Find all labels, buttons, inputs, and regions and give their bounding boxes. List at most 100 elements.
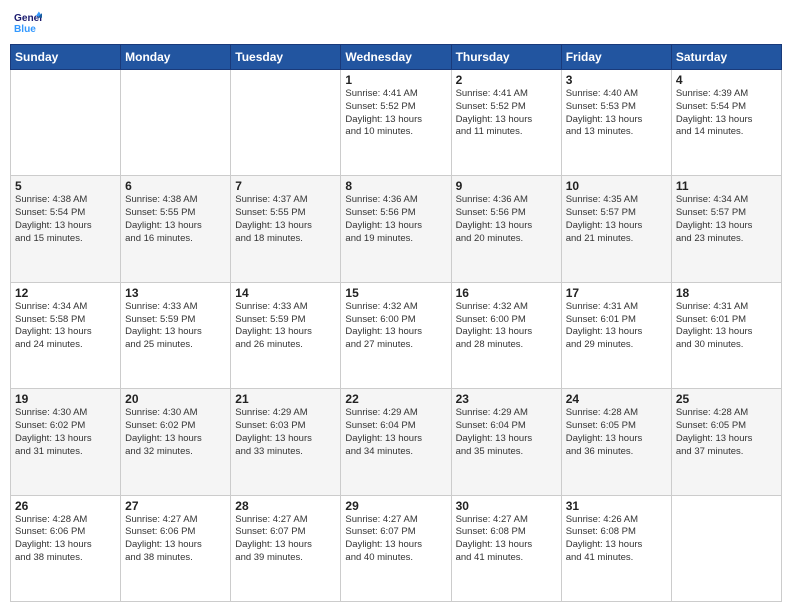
day-info: Sunrise: 4:32 AM Sunset: 6:00 PM Dayligh… xyxy=(456,301,557,352)
day-number: 26 xyxy=(15,499,116,513)
day-number: 1 xyxy=(345,73,446,87)
calendar-cell: 29Sunrise: 4:27 AM Sunset: 6:07 PM Dayli… xyxy=(341,495,451,601)
day-info: Sunrise: 4:29 AM Sunset: 6:04 PM Dayligh… xyxy=(345,407,446,458)
day-info: Sunrise: 4:27 AM Sunset: 6:06 PM Dayligh… xyxy=(125,514,226,565)
logo: General Blue xyxy=(14,10,46,38)
calendar-cell: 5Sunrise: 4:38 AM Sunset: 5:54 PM Daylig… xyxy=(11,176,121,282)
calendar-cell xyxy=(11,70,121,176)
day-info: Sunrise: 4:34 AM Sunset: 5:57 PM Dayligh… xyxy=(676,194,777,245)
svg-text:Blue: Blue xyxy=(14,24,36,35)
calendar-header-friday: Friday xyxy=(561,45,671,70)
day-info: Sunrise: 4:28 AM Sunset: 6:06 PM Dayligh… xyxy=(15,514,116,565)
day-number: 14 xyxy=(235,286,336,300)
day-number: 23 xyxy=(456,392,557,406)
day-info: Sunrise: 4:36 AM Sunset: 5:56 PM Dayligh… xyxy=(345,194,446,245)
day-info: Sunrise: 4:30 AM Sunset: 6:02 PM Dayligh… xyxy=(15,407,116,458)
day-info: Sunrise: 4:29 AM Sunset: 6:04 PM Dayligh… xyxy=(456,407,557,458)
calendar-cell: 23Sunrise: 4:29 AM Sunset: 6:04 PM Dayli… xyxy=(451,389,561,495)
day-number: 31 xyxy=(566,499,667,513)
calendar-cell: 1Sunrise: 4:41 AM Sunset: 5:52 PM Daylig… xyxy=(341,70,451,176)
day-info: Sunrise: 4:31 AM Sunset: 6:01 PM Dayligh… xyxy=(566,301,667,352)
day-info: Sunrise: 4:28 AM Sunset: 6:05 PM Dayligh… xyxy=(676,407,777,458)
calendar-cell: 13Sunrise: 4:33 AM Sunset: 5:59 PM Dayli… xyxy=(121,282,231,388)
calendar-cell: 25Sunrise: 4:28 AM Sunset: 6:05 PM Dayli… xyxy=(671,389,781,495)
calendar-header-tuesday: Tuesday xyxy=(231,45,341,70)
calendar-header-sunday: Sunday xyxy=(11,45,121,70)
day-info: Sunrise: 4:33 AM Sunset: 5:59 PM Dayligh… xyxy=(125,301,226,352)
calendar-header-saturday: Saturday xyxy=(671,45,781,70)
day-number: 12 xyxy=(15,286,116,300)
calendar-week-row: 1Sunrise: 4:41 AM Sunset: 5:52 PM Daylig… xyxy=(11,70,782,176)
calendar-week-row: 19Sunrise: 4:30 AM Sunset: 6:02 PM Dayli… xyxy=(11,389,782,495)
calendar-cell: 26Sunrise: 4:28 AM Sunset: 6:06 PM Dayli… xyxy=(11,495,121,601)
calendar-cell: 20Sunrise: 4:30 AM Sunset: 6:02 PM Dayli… xyxy=(121,389,231,495)
day-number: 6 xyxy=(125,179,226,193)
day-number: 9 xyxy=(456,179,557,193)
day-info: Sunrise: 4:27 AM Sunset: 6:07 PM Dayligh… xyxy=(235,514,336,565)
calendar-table: SundayMondayTuesdayWednesdayThursdayFrid… xyxy=(10,44,782,602)
calendar-cell: 24Sunrise: 4:28 AM Sunset: 6:05 PM Dayli… xyxy=(561,389,671,495)
calendar-cell: 16Sunrise: 4:32 AM Sunset: 6:00 PM Dayli… xyxy=(451,282,561,388)
page: General Blue SundayMondayTuesdayWednesda… xyxy=(0,0,792,612)
calendar-cell: 30Sunrise: 4:27 AM Sunset: 6:08 PM Dayli… xyxy=(451,495,561,601)
day-info: Sunrise: 4:41 AM Sunset: 5:52 PM Dayligh… xyxy=(456,88,557,139)
day-number: 10 xyxy=(566,179,667,193)
day-info: Sunrise: 4:29 AM Sunset: 6:03 PM Dayligh… xyxy=(235,407,336,458)
day-number: 13 xyxy=(125,286,226,300)
calendar-cell: 6Sunrise: 4:38 AM Sunset: 5:55 PM Daylig… xyxy=(121,176,231,282)
calendar-cell: 18Sunrise: 4:31 AM Sunset: 6:01 PM Dayli… xyxy=(671,282,781,388)
day-info: Sunrise: 4:31 AM Sunset: 6:01 PM Dayligh… xyxy=(676,301,777,352)
calendar-cell: 21Sunrise: 4:29 AM Sunset: 6:03 PM Dayli… xyxy=(231,389,341,495)
calendar-cell: 12Sunrise: 4:34 AM Sunset: 5:58 PM Dayli… xyxy=(11,282,121,388)
day-number: 30 xyxy=(456,499,557,513)
calendar-week-row: 12Sunrise: 4:34 AM Sunset: 5:58 PM Dayli… xyxy=(11,282,782,388)
day-number: 22 xyxy=(345,392,446,406)
day-info: Sunrise: 4:39 AM Sunset: 5:54 PM Dayligh… xyxy=(676,88,777,139)
calendar-cell: 27Sunrise: 4:27 AM Sunset: 6:06 PM Dayli… xyxy=(121,495,231,601)
day-number: 27 xyxy=(125,499,226,513)
calendar-cell: 4Sunrise: 4:39 AM Sunset: 5:54 PM Daylig… xyxy=(671,70,781,176)
day-number: 25 xyxy=(676,392,777,406)
day-info: Sunrise: 4:35 AM Sunset: 5:57 PM Dayligh… xyxy=(566,194,667,245)
day-info: Sunrise: 4:40 AM Sunset: 5:53 PM Dayligh… xyxy=(566,88,667,139)
day-info: Sunrise: 4:27 AM Sunset: 6:07 PM Dayligh… xyxy=(345,514,446,565)
calendar-week-row: 5Sunrise: 4:38 AM Sunset: 5:54 PM Daylig… xyxy=(11,176,782,282)
header: General Blue xyxy=(10,10,782,38)
day-number: 8 xyxy=(345,179,446,193)
day-number: 2 xyxy=(456,73,557,87)
calendar-cell: 17Sunrise: 4:31 AM Sunset: 6:01 PM Dayli… xyxy=(561,282,671,388)
calendar-cell: 14Sunrise: 4:33 AM Sunset: 5:59 PM Dayli… xyxy=(231,282,341,388)
day-number: 17 xyxy=(566,286,667,300)
day-info: Sunrise: 4:26 AM Sunset: 6:08 PM Dayligh… xyxy=(566,514,667,565)
calendar-cell: 10Sunrise: 4:35 AM Sunset: 5:57 PM Dayli… xyxy=(561,176,671,282)
day-info: Sunrise: 4:28 AM Sunset: 6:05 PM Dayligh… xyxy=(566,407,667,458)
day-info: Sunrise: 4:33 AM Sunset: 5:59 PM Dayligh… xyxy=(235,301,336,352)
day-info: Sunrise: 4:32 AM Sunset: 6:00 PM Dayligh… xyxy=(345,301,446,352)
calendar-header-monday: Monday xyxy=(121,45,231,70)
day-info: Sunrise: 4:38 AM Sunset: 5:54 PM Dayligh… xyxy=(15,194,116,245)
day-number: 3 xyxy=(566,73,667,87)
calendar-cell: 15Sunrise: 4:32 AM Sunset: 6:00 PM Dayli… xyxy=(341,282,451,388)
day-info: Sunrise: 4:37 AM Sunset: 5:55 PM Dayligh… xyxy=(235,194,336,245)
calendar-cell: 7Sunrise: 4:37 AM Sunset: 5:55 PM Daylig… xyxy=(231,176,341,282)
calendar-header-thursday: Thursday xyxy=(451,45,561,70)
day-info: Sunrise: 4:30 AM Sunset: 6:02 PM Dayligh… xyxy=(125,407,226,458)
calendar-week-row: 26Sunrise: 4:28 AM Sunset: 6:06 PM Dayli… xyxy=(11,495,782,601)
day-info: Sunrise: 4:38 AM Sunset: 5:55 PM Dayligh… xyxy=(125,194,226,245)
day-info: Sunrise: 4:34 AM Sunset: 5:58 PM Dayligh… xyxy=(15,301,116,352)
day-number: 24 xyxy=(566,392,667,406)
day-info: Sunrise: 4:36 AM Sunset: 5:56 PM Dayligh… xyxy=(456,194,557,245)
day-info: Sunrise: 4:41 AM Sunset: 5:52 PM Dayligh… xyxy=(345,88,446,139)
calendar-cell xyxy=(671,495,781,601)
calendar-header-wednesday: Wednesday xyxy=(341,45,451,70)
logo-icon: General Blue xyxy=(14,10,42,38)
calendar-cell: 19Sunrise: 4:30 AM Sunset: 6:02 PM Dayli… xyxy=(11,389,121,495)
day-number: 29 xyxy=(345,499,446,513)
day-number: 7 xyxy=(235,179,336,193)
day-number: 19 xyxy=(15,392,116,406)
calendar-cell xyxy=(231,70,341,176)
calendar-cell xyxy=(121,70,231,176)
calendar-cell: 8Sunrise: 4:36 AM Sunset: 5:56 PM Daylig… xyxy=(341,176,451,282)
calendar-header-row: SundayMondayTuesdayWednesdayThursdayFrid… xyxy=(11,45,782,70)
day-info: Sunrise: 4:27 AM Sunset: 6:08 PM Dayligh… xyxy=(456,514,557,565)
